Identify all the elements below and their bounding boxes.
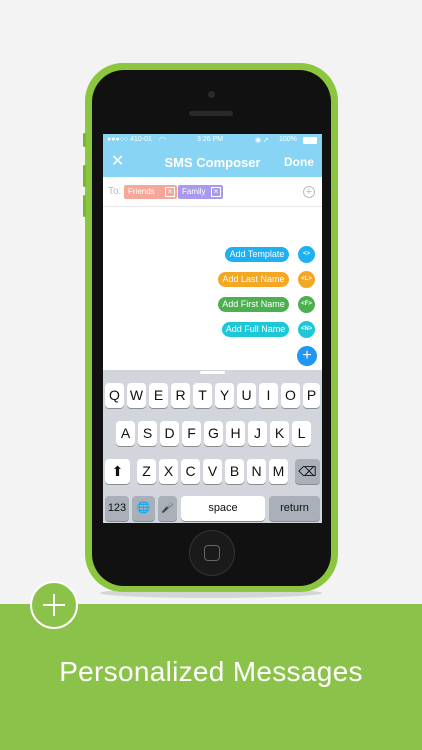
delete-key[interactable]: ⌫ bbox=[295, 459, 320, 484]
globe-icon[interactable]: 🌐 bbox=[132, 496, 155, 521]
space-key[interactable]: space bbox=[181, 496, 265, 521]
remove-chip-icon[interactable]: × bbox=[211, 187, 221, 197]
caption: Personalized Messages bbox=[59, 656, 363, 687]
volume-up-button bbox=[83, 165, 86, 187]
key-v[interactable]: V bbox=[203, 459, 222, 484]
key-q[interactable]: Q bbox=[105, 383, 124, 408]
key-y[interactable]: Y bbox=[215, 383, 234, 408]
carrier-label: ●●●○○ 410-01 bbox=[107, 136, 152, 143]
nav-bar: ✕ SMS Composer Done bbox=[103, 147, 322, 177]
volume-down-button bbox=[83, 195, 86, 217]
to-label: To: bbox=[108, 186, 122, 197]
keyboard: Q W E R T Y U I O P A S D F G H J K L ⬆ … bbox=[103, 370, 322, 523]
key-e[interactable]: E bbox=[149, 383, 168, 408]
recipient-chip-family[interactable]: Family × bbox=[178, 185, 223, 199]
battery-icon bbox=[303, 137, 317, 144]
chip-label: Friends bbox=[128, 187, 155, 196]
key-j[interactable]: J bbox=[248, 421, 267, 446]
key-o[interactable]: O bbox=[281, 383, 300, 408]
lock-rotation-icon: ◉ ➚ bbox=[255, 137, 269, 144]
key-h[interactable]: H bbox=[226, 421, 245, 446]
battery-percent: 100% bbox=[279, 136, 297, 143]
key-n[interactable]: N bbox=[247, 459, 266, 484]
key-x[interactable]: X bbox=[159, 459, 178, 484]
key-i[interactable]: I bbox=[259, 383, 278, 408]
shift-key[interactable]: ⬆ bbox=[105, 459, 130, 484]
speaker-grille bbox=[189, 111, 233, 116]
first-name-icon[interactable]: <F> bbox=[298, 296, 315, 313]
key-g[interactable]: G bbox=[204, 421, 223, 446]
template-icon[interactable]: <> bbox=[298, 246, 315, 263]
camera-icon bbox=[208, 91, 215, 98]
recipient-chip-friends[interactable]: Friends × bbox=[124, 185, 177, 199]
phone-screen: ●●●○○ 410-01 ◠ 3:26 PM ◉ ➚ 100% ✕ SMS Co… bbox=[103, 134, 322, 523]
add-full-name-button[interactable]: Add Full Name bbox=[222, 322, 289, 337]
mute-switch bbox=[83, 133, 86, 147]
status-time: 3:26 PM bbox=[197, 136, 224, 143]
recipients-row: To: Friends × Family × + bbox=[103, 177, 322, 207]
microphone-icon[interactable]: 🎤 bbox=[158, 496, 177, 521]
add-recipient-icon[interactable]: + bbox=[303, 186, 315, 198]
add-last-name-button[interactable]: Add Last Name bbox=[218, 272, 289, 287]
key-s[interactable]: S bbox=[138, 421, 157, 446]
status-bar: ●●●○○ 410-01 ◠ 3:26 PM ◉ ➚ 100% bbox=[103, 134, 322, 147]
key-t[interactable]: T bbox=[193, 383, 212, 408]
key-p[interactable]: P bbox=[303, 383, 320, 408]
key-f[interactable]: F bbox=[182, 421, 201, 446]
key-l[interactable]: L bbox=[292, 421, 311, 446]
wifi-icon: ◠ bbox=[159, 135, 166, 144]
key-k[interactable]: K bbox=[270, 421, 289, 446]
add-fab-button[interactable]: + bbox=[297, 346, 317, 366]
key-a[interactable]: A bbox=[116, 421, 135, 446]
add-first-name-button[interactable]: Add First Name bbox=[218, 297, 289, 312]
plus-icon bbox=[30, 581, 78, 629]
key-u[interactable]: U bbox=[237, 383, 256, 408]
full-name-icon[interactable]: <N> bbox=[298, 321, 315, 338]
last-name-icon[interactable]: <L> bbox=[298, 271, 315, 288]
remove-chip-icon[interactable]: × bbox=[165, 187, 175, 197]
key-z[interactable]: Z bbox=[137, 459, 156, 484]
key-b[interactable]: B bbox=[225, 459, 244, 484]
add-template-button[interactable]: Add Template bbox=[225, 247, 289, 262]
done-button[interactable]: Done bbox=[284, 155, 314, 169]
key-c[interactable]: C bbox=[181, 459, 200, 484]
home-button[interactable] bbox=[189, 530, 235, 576]
key-m[interactable]: M bbox=[269, 459, 288, 484]
chip-label: Family bbox=[182, 187, 206, 196]
keyboard-grab-handle[interactable] bbox=[200, 371, 225, 374]
numbers-key[interactable]: 123 bbox=[105, 496, 129, 521]
key-w[interactable]: W bbox=[127, 383, 146, 408]
key-r[interactable]: R bbox=[171, 383, 190, 408]
return-key[interactable]: return bbox=[269, 496, 320, 521]
key-d[interactable]: D bbox=[160, 421, 179, 446]
